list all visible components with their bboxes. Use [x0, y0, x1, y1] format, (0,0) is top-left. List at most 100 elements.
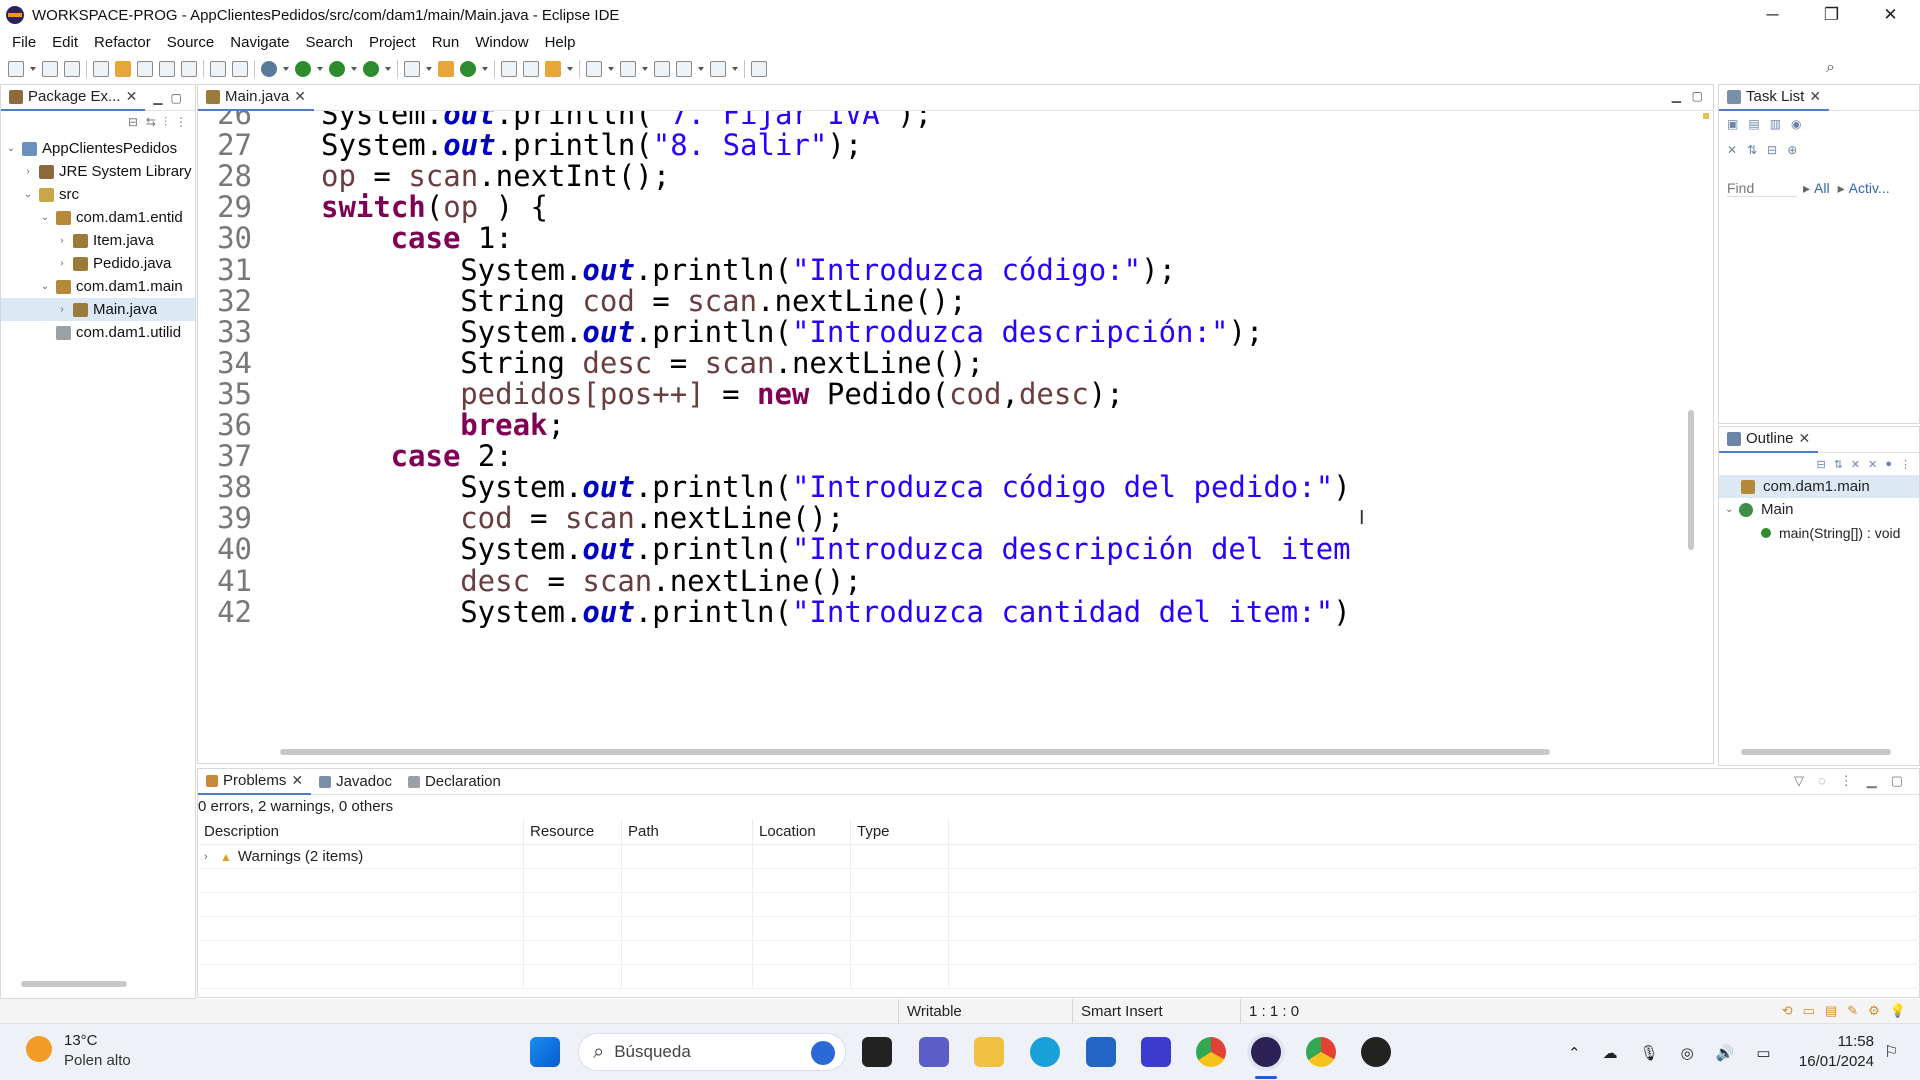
scroll-thumb[interactable] [1688, 410, 1694, 550]
chevron-down-icon[interactable] [426, 61, 432, 77]
minimize-view-icon[interactable]: ▁ [1867, 773, 1877, 789]
chevron-right-icon[interactable]: › [56, 304, 68, 315]
minimize-view-icon[interactable]: ▁ [1672, 89, 1681, 103]
chevron-down-icon[interactable] [283, 61, 289, 77]
tab-main-java[interactable]: Main.java ✕ [198, 84, 314, 111]
notifications-icon[interactable]: ⚐ [1884, 1042, 1898, 1062]
tree-item[interactable]: ⌄ src [1, 183, 195, 206]
chevron-down-icon[interactable]: ⌄ [5, 143, 17, 154]
maximize-view-icon[interactable]: ▢ [171, 91, 182, 105]
chevron-down-icon[interactable] [317, 61, 323, 77]
minimize-view-icon[interactable]: ▁ [153, 91, 162, 105]
save-icon[interactable] [42, 61, 58, 77]
horizontal-scrollbar[interactable] [1741, 749, 1891, 755]
tree-item[interactable]: ⌄ AppClientesPedidos [1, 137, 195, 160]
run-icon[interactable] [295, 61, 311, 77]
task-view-icon[interactable] [862, 1037, 892, 1067]
bing-icon[interactable] [811, 1041, 835, 1065]
new-icon[interactable] [8, 61, 24, 77]
chrome-icon[interactable] [1196, 1037, 1226, 1067]
outline-item-package[interactable]: com.dam1.main [1719, 475, 1919, 498]
menu-window[interactable]: Window [467, 34, 536, 51]
outline-item-class[interactable]: ⌄ Main [1719, 498, 1919, 521]
tab-declaration[interactable]: Declaration [400, 769, 509, 795]
close-icon[interactable]: ✕ [126, 88, 138, 105]
tab-package-explorer[interactable]: Package Ex... ✕ [1, 84, 146, 111]
outline-item-method[interactable]: main(String[]) : void [1719, 521, 1919, 544]
scheduled-icon[interactable]: ▥ [1770, 117, 1781, 131]
tree-item[interactable]: ⌄ com.dam1.entid [1, 206, 195, 229]
menu-source[interactable]: Source [159, 34, 223, 51]
new-java-project-icon[interactable] [404, 61, 420, 77]
menu-file[interactable]: File [4, 34, 44, 51]
chevron-right-icon[interactable]: › [22, 166, 34, 177]
menu-run[interactable]: Run [424, 34, 468, 51]
horizontal-scrollbar[interactable] [280, 749, 1550, 755]
tree-item[interactable]: › JRE System Library [1, 160, 195, 183]
debug-icon[interactable] [261, 61, 277, 77]
notification-icon[interactable]: ▭ [1803, 1003, 1815, 1019]
close-button[interactable]: ✕ [1861, 0, 1920, 30]
pencil-icon[interactable]: ✎ [1847, 1003, 1858, 1019]
view-menu-icon[interactable]: ⋮ [1900, 458, 1911, 471]
focus-icon[interactable]: ◉ [1791, 117, 1801, 131]
menu-project[interactable]: Project [361, 34, 424, 51]
chevron-down-icon[interactable]: ⌄ [22, 189, 34, 200]
menu-search[interactable]: Search [297, 34, 361, 51]
taskbar-search[interactable]: ⌕ Búsqueda [578, 1033, 846, 1071]
chevron-down-icon[interactable] [385, 61, 391, 77]
open-type-icon[interactable] [93, 61, 109, 77]
close-icon[interactable]: ✕ [291, 772, 303, 789]
external-tools-icon[interactable] [363, 61, 379, 77]
view-menu-icon[interactable]: ⋮ [1840, 773, 1853, 789]
microphone-icon[interactable]: 🎙 [1640, 1044, 1659, 1062]
tree-item[interactable]: › Pedido.java [1, 252, 195, 275]
show-icon[interactable]: ⊕ [1787, 143, 1797, 157]
focus-icon[interactable]: ◌ [1818, 773, 1826, 789]
column-header-path[interactable]: Path [622, 819, 753, 844]
weather-temp[interactable]: 13°C [64, 1032, 98, 1049]
chevron-down-icon[interactable] [30, 61, 36, 77]
chrome-profile-icon[interactable] [1306, 1037, 1336, 1067]
filter-icon[interactable]: ▽ [1794, 773, 1804, 789]
find-input[interactable]: Find [1727, 180, 1797, 197]
volume-icon[interactable]: 🔊 [1716, 1044, 1735, 1062]
view-menu-icon[interactable]: ⋮ [175, 115, 187, 129]
sync-icon[interactable]: ⇅ [1747, 143, 1757, 157]
chevron-down-icon[interactable]: ⌄ [39, 212, 51, 223]
hide-static-icon[interactable]: ✕ [1868, 458, 1877, 471]
battery-icon[interactable]: ▭ [1756, 1044, 1770, 1062]
hide-icon[interactable]: ⊟ [1767, 143, 1777, 157]
new-task-icon[interactable]: ▣ [1727, 117, 1738, 131]
chevron-right-icon[interactable]: › [204, 851, 220, 863]
search-menu-icon[interactable] [545, 61, 561, 77]
categorized-icon[interactable]: ▤ [1748, 117, 1759, 131]
chevron-down-icon[interactable] [608, 61, 614, 77]
back-icon[interactable] [676, 61, 692, 77]
menu-refactor[interactable]: Refactor [86, 34, 159, 51]
next-annotation-icon[interactable] [586, 61, 602, 77]
new-java-class-icon[interactable] [460, 61, 476, 77]
vertical-scrollbar[interactable] [1688, 120, 1695, 680]
hide-nonpublic-icon[interactable]: ● [1885, 458, 1892, 470]
visual-studio-icon[interactable] [1141, 1037, 1171, 1067]
coverage-icon[interactable] [329, 61, 345, 77]
chevron-down-icon[interactable] [567, 61, 573, 77]
davinci-resolve-icon[interactable] [1361, 1037, 1391, 1067]
file-explorer-icon[interactable] [974, 1037, 1004, 1067]
tasks-icon[interactable]: ▤ [1825, 1003, 1837, 1019]
teams-icon[interactable] [919, 1037, 949, 1067]
clock-time[interactable]: 11:58 [1806, 1033, 1874, 1050]
sort-icon[interactable]: ⇅ [1834, 458, 1843, 471]
new-java-package-icon[interactable] [438, 61, 454, 77]
open-task-icon[interactable] [523, 61, 539, 77]
column-header-location[interactable]: Location [753, 819, 851, 844]
forward-icon[interactable] [710, 61, 726, 77]
search-icon[interactable]: ⌕ [1826, 59, 1835, 77]
code-line[interactable]: 42 System.out.println("Introduzca cantida… [198, 593, 1351, 631]
column-header-resource[interactable]: Resource [524, 819, 622, 844]
tree-item[interactable]: ⌄ com.dam1.main [1, 275, 195, 298]
tab-problems[interactable]: Problems ✕ [198, 768, 312, 795]
eclipse-taskbar-icon[interactable] [1251, 1037, 1281, 1067]
filter-icon[interactable]: ⫶ [164, 115, 167, 130]
